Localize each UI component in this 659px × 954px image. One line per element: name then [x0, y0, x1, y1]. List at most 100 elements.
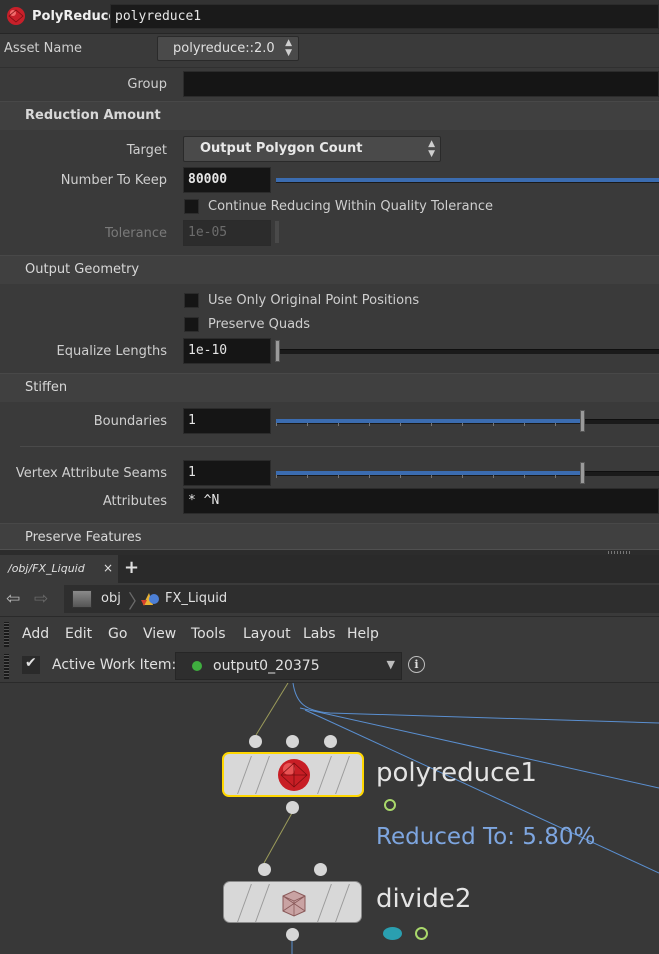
number-to-keep-label: Number To Keep — [60, 173, 167, 188]
node-divide2[interactable] — [223, 881, 362, 923]
vertex-seams-slider-handle[interactable] — [580, 462, 585, 484]
equalize-lengths-label: Equalize Lengths — [56, 344, 167, 359]
work-item-value: output0_20375 — [213, 658, 320, 674]
status-dot-icon — [192, 661, 202, 671]
tab-fx-liquid[interactable]: /obj/FX_Liquid × — [0, 555, 118, 583]
menu-edit[interactable]: Edit — [65, 626, 92, 642]
path-bar: ⇦ ⇨ obj 〉 FX_Liquid — [0, 583, 659, 617]
splitter-grip-icon — [608, 551, 632, 554]
continue-reducing-checkbox[interactable] — [184, 199, 199, 214]
divider — [20, 446, 659, 447]
menu-help[interactable]: Help — [347, 626, 379, 642]
comment-icon — [383, 927, 402, 940]
target-value: Output Polygon Count — [200, 141, 363, 156]
section-preserve-features[interactable]: Preserve Features — [0, 523, 659, 550]
number-to-keep-field[interactable]: 80000 — [183, 167, 271, 193]
node-name-polyreduce1: polyreduce1 — [376, 758, 537, 788]
original-points-checkbox[interactable] — [184, 293, 199, 308]
tab-label: /obj/FX_Liquid — [8, 562, 85, 575]
section-title: Output Geometry — [25, 262, 140, 277]
menu-handle[interactable] — [4, 654, 9, 679]
input-port[interactable] — [249, 735, 262, 748]
node-polyreduce1[interactable] — [222, 752, 364, 797]
tolerance-slider-handle[interactable] — [274, 220, 280, 244]
group-field[interactable] — [183, 71, 659, 97]
equalize-lengths-slider[interactable] — [276, 349, 659, 354]
pin-checkbox[interactable]: ✔ — [22, 655, 40, 674]
node-type-label: PolyReduce — [32, 9, 118, 24]
parameter-header: PolyReduce polyreduce1 — [0, 0, 659, 34]
target-dropdown[interactable]: Output Polygon Count ▲ ▼ — [183, 136, 441, 162]
breadcrumb-fx-liquid[interactable]: FX_Liquid — [138, 587, 238, 611]
close-tab-icon[interactable]: × — [103, 561, 113, 575]
continue-reducing-label: Continue Reducing Within Quality Toleran… — [208, 199, 493, 214]
section-stiffen[interactable]: Stiffen — [0, 373, 659, 402]
dropdown-arrow-icon: ▼ — [386, 658, 395, 671]
back-arrow-icon[interactable]: ⇦ — [6, 589, 20, 609]
breadcrumb-obj-label: obj — [101, 591, 121, 606]
node-stripe — [237, 756, 252, 794]
menu-labs[interactable]: Labs — [303, 626, 336, 642]
node-name-divide2: divide2 — [376, 884, 472, 914]
node-stripe — [335, 884, 350, 922]
output-port[interactable] — [286, 928, 299, 941]
node-stripe — [317, 884, 332, 922]
info-icon[interactable]: i — [408, 656, 425, 673]
target-label: Target — [126, 143, 167, 158]
output-port[interactable] — [286, 801, 299, 814]
clock-icon — [415, 927, 428, 940]
preserve-quads-label: Preserve Quads — [208, 317, 311, 332]
breadcrumb-obj[interactable]: obj — [68, 587, 128, 611]
breadcrumb-fx-liquid-label: FX_Liquid — [165, 591, 228, 606]
add-tab-icon[interactable]: + — [124, 557, 139, 578]
section-title: Preserve Features — [25, 530, 142, 545]
slider-ticks — [276, 423, 586, 426]
checkmark-icon: ✔ — [25, 655, 37, 671]
divider — [0, 67, 659, 68]
tolerance-label: Tolerance — [105, 226, 167, 241]
group-label: Group — [127, 77, 167, 92]
forward-arrow-icon[interactable]: ⇨ — [34, 589, 48, 609]
red-sphere-icon — [277, 758, 311, 792]
menu-tools[interactable]: Tools — [191, 626, 226, 642]
vertex-seams-field[interactable]: 1 — [183, 460, 271, 486]
menu-layout[interactable]: Layout — [243, 626, 291, 642]
section-title: Reduction Amount — [25, 108, 161, 123]
node-stripe — [237, 884, 252, 922]
equalize-lengths-field[interactable]: 1e-10 — [183, 338, 271, 364]
section-reduction-amount[interactable]: Reduction Amount — [0, 101, 659, 130]
tolerance-field[interactable]: 1e-05 — [183, 220, 271, 246]
equalize-slider-handle[interactable] — [275, 340, 280, 362]
wire-cube-icon — [277, 886, 311, 920]
menu-handle[interactable] — [4, 622, 9, 647]
node-name-field[interactable]: polyreduce1 — [110, 4, 659, 29]
boundaries-slider-handle[interactable] — [580, 410, 585, 432]
input-port[interactable] — [258, 863, 271, 876]
vertex-seams-label: Vertex Attribute Seams — [15, 466, 167, 481]
menu-add[interactable]: Add — [22, 626, 49, 642]
input-port[interactable] — [286, 735, 299, 748]
menu-go[interactable]: Go — [108, 626, 127, 642]
slider-fill — [276, 178, 659, 182]
polyreduce-node-icon — [6, 6, 26, 26]
asset-version-dropdown[interactable]: polyreduce::2.0 ▲ ▼ — [157, 36, 299, 61]
node-stripe — [335, 756, 350, 794]
obj-network-icon — [72, 590, 92, 608]
attributes-field[interactable]: * ^N — [183, 488, 659, 514]
updown-arrows-icon: ▲ ▼ — [285, 38, 292, 58]
input-port[interactable] — [324, 735, 337, 748]
boundaries-field[interactable]: 1 — [183, 408, 271, 434]
asset-name-label: Asset Name — [4, 41, 83, 56]
preserve-quads-checkbox[interactable] — [184, 317, 199, 332]
node-stripe — [255, 756, 270, 794]
attributes-label: Attributes — [102, 494, 167, 509]
work-item-dropdown[interactable]: output0_20375 ▼ — [175, 652, 402, 680]
node-badge-reduced: Reduced To: 5.80% — [376, 824, 596, 850]
asset-version-value: polyreduce::2.0 — [173, 41, 275, 56]
menu-view[interactable]: View — [143, 626, 176, 642]
network-tab-bar: /obj/FX_Liquid × + — [0, 555, 659, 583]
slider-ticks — [276, 475, 586, 478]
section-output-geometry[interactable]: Output Geometry — [0, 255, 659, 284]
boundaries-label: Boundaries — [93, 414, 167, 429]
input-port[interactable] — [314, 863, 327, 876]
